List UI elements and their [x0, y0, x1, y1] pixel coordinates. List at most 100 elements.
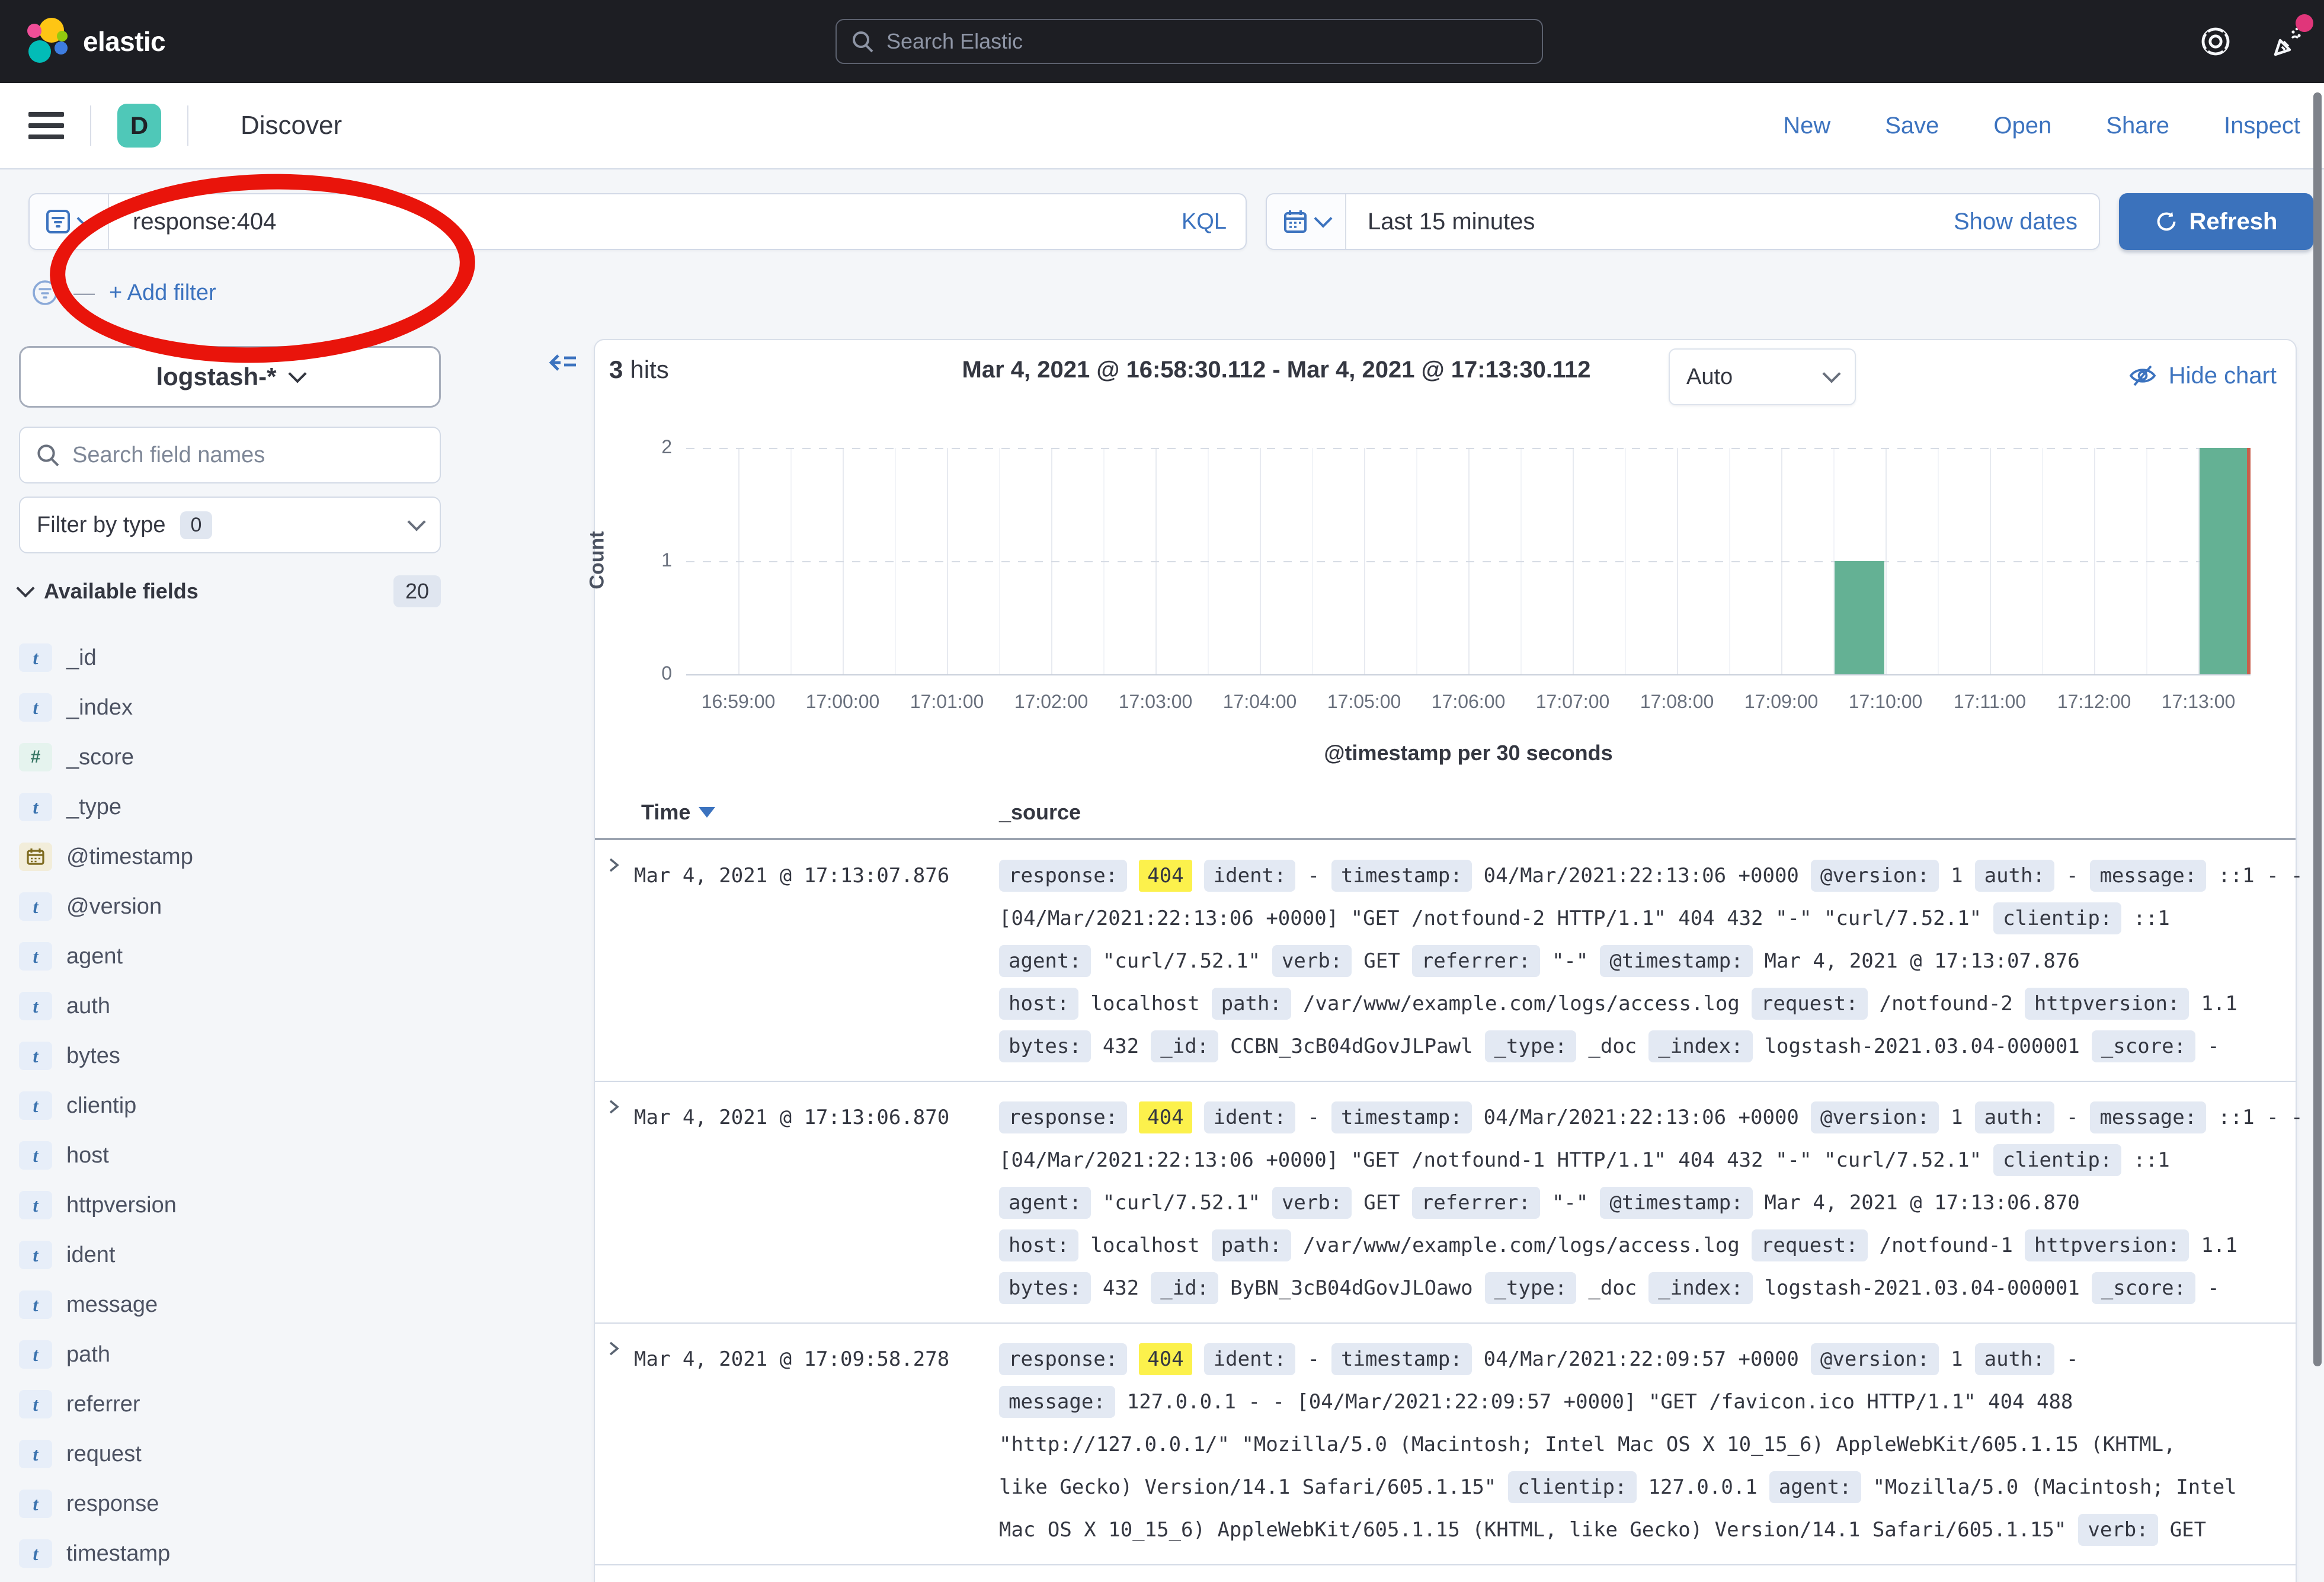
chevron-right-icon	[603, 1096, 625, 1117]
chevron-down-icon	[288, 364, 306, 383]
sidebar-field-index[interactable]: t_index	[19, 683, 517, 732]
refresh-button[interactable]: Refresh	[2119, 193, 2313, 250]
chevron-right-icon	[603, 854, 625, 876]
field-value: 1	[1951, 1106, 1963, 1129]
field-name-badge: request:	[1752, 1229, 1868, 1261]
histogram-plot[interactable]	[686, 448, 2251, 674]
filter-by-type-select[interactable]: Filter by type 0	[19, 497, 441, 553]
hide-chart-button[interactable]: Hide chart	[2128, 361, 2277, 390]
field-name-badge: ident:	[1204, 1101, 1296, 1133]
time-picker[interactable]: Last 15 minutes Show dates	[1266, 193, 2100, 250]
search-icon	[851, 30, 875, 53]
add-filter-button[interactable]: + Add filter	[109, 280, 216, 306]
available-fields-header[interactable]: Available fields 20	[19, 571, 441, 611]
sidebar-field-timestamp[interactable]: @timestamp	[19, 832, 517, 882]
expand-row-button[interactable]	[595, 1096, 634, 1309]
sidebar-field-agent[interactable]: tagent	[19, 931, 517, 981]
sidebar-field-path[interactable]: tpath	[19, 1330, 517, 1379]
field-search-input[interactable]: Search field names	[19, 427, 441, 483]
nav-link-open[interactable]: Open	[1993, 113, 2051, 139]
field-value: 127.0.0.1 - - [04/Mar/2021:22:09:57 +000…	[1127, 1390, 2073, 1414]
index-pattern-select[interactable]: logstash-*	[19, 346, 441, 408]
sidebar-field-type[interactable]: t_type	[19, 782, 517, 832]
query-text[interactable]: response:404	[133, 209, 1182, 235]
available-fields-label: Available fields	[44, 579, 199, 604]
sidebar-field-version[interactable]: t@version	[19, 882, 517, 931]
field-label: auth	[66, 994, 110, 1019]
help-icon	[2200, 25, 2232, 57]
index-pattern-label: logstash-*	[156, 363, 276, 391]
help-button[interactable]	[2200, 25, 2232, 57]
field-name-badge: timestamp:	[1331, 1101, 1472, 1133]
sidebar-field-auth[interactable]: tauth	[19, 981, 517, 1031]
sidebar-field-bytes[interactable]: tbytes	[19, 1031, 517, 1081]
field-name-badge: verb:	[2078, 1514, 2157, 1546]
show-dates-button[interactable]: Show dates	[1954, 209, 2077, 235]
filter-circle-icon[interactable]	[31, 278, 59, 307]
string-field-icon: t	[19, 1340, 52, 1369]
expand-row-button[interactable]	[595, 854, 634, 1068]
kibana-discover-page: elastic Search Elastic	[0, 0, 2324, 1582]
histogram-bar-17:09:30[interactable]	[1835, 561, 1884, 674]
nav-link-new[interactable]: New	[1783, 113, 1830, 139]
field-value: -	[2066, 1106, 2078, 1129]
field-label: _type	[66, 795, 121, 820]
field-name-badge: _score:	[2092, 1272, 2195, 1304]
sidebar-field-referrer[interactable]: treferrer	[19, 1379, 517, 1429]
gridline	[686, 448, 2251, 449]
field-value: -	[2207, 1276, 2219, 1300]
sidebar-field-timestamp[interactable]: ttimestamp	[19, 1529, 517, 1578]
sidebar-field-response[interactable]: tresponse	[19, 1479, 517, 1529]
menu-button[interactable]	[28, 112, 64, 139]
nav-link-save[interactable]: Save	[1885, 113, 1939, 139]
field-name-badge: host:	[999, 1229, 1078, 1261]
field-label: @timestamp	[66, 844, 193, 870]
field-value: logstash-2021.03.04-000001	[1765, 1035, 2080, 1058]
query-input[interactable]: response:404 KQL	[28, 193, 1247, 250]
refresh-label: Refresh	[2189, 209, 2278, 235]
field-value: GET	[2170, 1518, 2206, 1542]
field-value: "-"	[1552, 949, 1588, 973]
column-header-time[interactable]: Time	[641, 800, 715, 825]
date-quick-menu-button[interactable]	[1267, 194, 1346, 249]
string-field-icon: t	[19, 1290, 52, 1319]
sidebar-field-ident[interactable]: tident	[19, 1230, 517, 1280]
expand-row-button[interactable]	[595, 1338, 634, 1551]
time-range-value[interactable]: Last 15 minutes	[1368, 209, 1954, 235]
page-scrollbar[interactable]	[2313, 92, 2322, 1366]
elastic-logo[interactable]: elastic	[26, 18, 165, 65]
top-menu: New Save Open Share Inspect	[1783, 113, 2300, 139]
collapse-sidebar-button[interactable]	[548, 348, 578, 383]
string-field-icon: t	[19, 1490, 52, 1518]
sidebar-field-httpversion[interactable]: thttpversion	[19, 1180, 517, 1230]
field-value: "curl/7.52.1"	[1103, 949, 1260, 973]
field-name-badge: agent:	[1769, 1471, 1861, 1503]
string-field-icon: t	[19, 1141, 52, 1170]
sidebar-field-id[interactable]: t_id	[19, 633, 517, 683]
field-value: 432	[1103, 1035, 1139, 1058]
field-name-badge: agent:	[999, 1187, 1091, 1219]
field-value: -	[1307, 1106, 1319, 1129]
sidebar-field-clientip[interactable]: tclientip	[19, 1081, 517, 1131]
saved-query-menu-button[interactable]	[30, 194, 109, 249]
news-button[interactable]	[2272, 25, 2305, 58]
sidebar-field-host[interactable]: thost	[19, 1131, 517, 1180]
nav-link-share[interactable]: Share	[2106, 113, 2169, 139]
string-field-icon: t	[19, 1091, 52, 1120]
sidebar-field-score[interactable]: #_score	[19, 732, 517, 782]
hits-count: 3hits	[609, 356, 669, 384]
sidebar-field-message[interactable]: tmessage	[19, 1280, 517, 1330]
global-search-input[interactable]: Search Elastic	[836, 19, 1543, 64]
query-language-button[interactable]: KQL	[1182, 209, 1227, 235]
field-name-badge: response:	[999, 1101, 1127, 1133]
field-label: referrer	[66, 1392, 140, 1417]
field-name-badge: auth:	[1975, 1101, 2054, 1133]
nav-link-inspect[interactable]: Inspect	[2224, 113, 2300, 139]
field-value: "Mozilla/5.0 (Macintosh; Intel	[1873, 1475, 2237, 1499]
field-value: 1.1	[2201, 1234, 2237, 1257]
interval-select[interactable]: Auto	[1669, 348, 1856, 405]
discover-app-badge[interactable]: D	[117, 104, 161, 148]
sidebar-field-request[interactable]: trequest	[19, 1429, 517, 1479]
histogram-bar-17:13:00[interactable]	[2200, 448, 2249, 674]
field-name-badge: httpversion:	[2025, 988, 2189, 1020]
